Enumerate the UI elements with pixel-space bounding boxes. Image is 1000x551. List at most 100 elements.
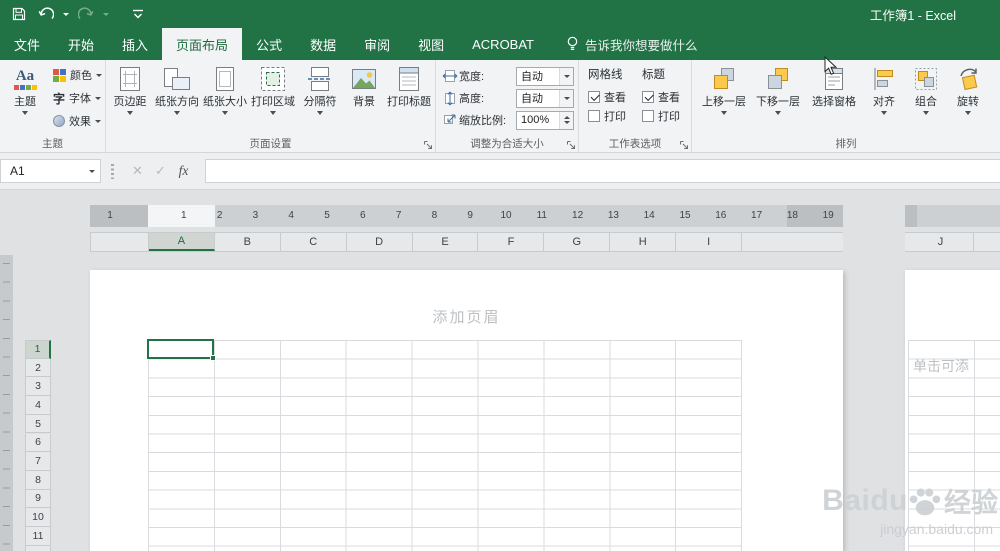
cancel-button[interactable]: ✕ — [126, 163, 149, 179]
column-header-margin — [91, 233, 149, 251]
bring-forward-icon — [711, 64, 737, 94]
undo-dropdown-button[interactable] — [60, 0, 72, 28]
column-header-J[interactable]: J — [908, 233, 974, 251]
margins-button[interactable]: 页边距 — [107, 61, 153, 136]
chevron-down-icon — [881, 111, 887, 116]
gridlines-print-option[interactable]: 打印 — [588, 106, 626, 125]
row-header-1[interactable]: 1 — [25, 340, 51, 359]
row-header-3[interactable]: 3 — [25, 377, 51, 397]
breaks-button[interactable]: 分隔符 — [297, 61, 343, 136]
width-row: 宽度: 自动 — [442, 66, 574, 86]
gridlines-print-checkbox[interactable] — [588, 109, 600, 122]
column-header-I[interactable]: I — [676, 233, 743, 251]
theme-effects-button[interactable]: 效果 — [50, 111, 105, 131]
tab-view[interactable]: 视图 — [404, 28, 458, 60]
row-header-5[interactable]: 5 — [25, 414, 51, 434]
customize-qat-icon — [133, 9, 143, 19]
name-box-dropdown[interactable] — [83, 169, 100, 173]
ruler-number: 18 — [786, 210, 798, 221]
watermark-url: jingyan.baidu.com — [880, 521, 993, 537]
headings-print-checkbox[interactable] — [642, 109, 654, 122]
ruler-number: 7 — [395, 210, 402, 221]
chevron-down-icon — [775, 111, 781, 116]
redo-button[interactable] — [72, 0, 100, 28]
cell-grid[interactable] — [148, 340, 742, 551]
breaks-icon — [307, 64, 333, 94]
bring-forward-button[interactable]: 上移一层 — [698, 61, 750, 136]
send-backward-button[interactable]: 下移一层 — [752, 61, 804, 136]
row-header-9[interactable]: 9 — [25, 489, 51, 509]
row-header-4[interactable]: 4 — [25, 396, 51, 415]
tab-file[interactable]: 文件 — [0, 28, 54, 60]
width-value: 自动 — [521, 71, 543, 83]
row-header-7[interactable]: 7 — [25, 452, 51, 471]
tab-home[interactable]: 开始 — [54, 28, 108, 60]
formula-input[interactable] — [205, 159, 1000, 183]
width-dropdown[interactable] — [559, 67, 573, 85]
group-label-scale-to-fit: 调整为合适大小 — [470, 138, 544, 150]
tab-formulas[interactable]: 公式 — [242, 28, 296, 60]
ruler-number: 6 — [360, 210, 366, 221]
fill-handle[interactable] — [210, 355, 216, 361]
scale-icon — [442, 113, 459, 127]
formula-bar-grip[interactable] — [111, 164, 114, 179]
row-header-8[interactable]: 8 — [25, 470, 51, 490]
column-header-D[interactable]: D — [347, 233, 413, 251]
column-header-E[interactable]: E — [413, 233, 479, 251]
scale-spin-buttons[interactable] — [559, 111, 573, 129]
height-dropdown[interactable] — [559, 89, 573, 107]
column-header-C[interactable]: C — [281, 233, 347, 251]
print-area-button[interactable]: 打印区域 — [249, 61, 297, 136]
column-header-F[interactable]: F — [479, 233, 545, 251]
orientation-button[interactable]: 纸张方向 — [153, 61, 201, 136]
chevron-down-icon — [222, 111, 228, 116]
tab-review[interactable]: 审阅 — [350, 28, 404, 60]
tell-me[interactable]: 告诉我你想要做什么 — [556, 28, 708, 60]
row-header-2[interactable]: 2 — [25, 358, 51, 378]
ribbon-group-scale-to-fit: 宽度: 自动 高度: 自动 缩放比例: 100% 调整为合适大小 — [436, 60, 579, 152]
page2-add-data-placeholder[interactable]: 单击可添 — [913, 356, 969, 376]
column-header-A[interactable]: A — [149, 233, 215, 251]
print-titles-button[interactable]: 打印标题 — [385, 61, 433, 136]
scale-spinner[interactable]: 100% — [516, 110, 574, 130]
enter-button[interactable]: ✓ — [149, 163, 172, 179]
group-button[interactable]: 组合 — [906, 61, 946, 136]
undo-button[interactable] — [32, 0, 60, 28]
theme-effects-icon — [53, 115, 65, 127]
tab-insert[interactable]: 插入 — [108, 28, 162, 60]
width-combobox[interactable]: 自动 — [516, 66, 574, 86]
customize-qat-button[interactable] — [126, 0, 150, 28]
gridlines-view-option[interactable]: 查看 — [588, 87, 626, 106]
chevron-down-icon — [317, 111, 323, 116]
row-header-6[interactable]: 6 — [25, 433, 51, 453]
tab-page-layout[interactable]: 页面布局 — [162, 28, 243, 60]
insert-function-button[interactable]: fx — [172, 163, 195, 179]
height-combobox[interactable]: 自动 — [516, 88, 574, 108]
align-button[interactable]: 对齐 — [864, 61, 904, 136]
row-header-10[interactable]: 10 — [25, 508, 51, 527]
column-header-B[interactable]: B — [215, 233, 281, 251]
gridlines-view-checkbox[interactable] — [588, 90, 600, 103]
tab-data[interactable]: 数据 — [296, 28, 350, 60]
tab-acrobat[interactable]: ACROBAT — [458, 28, 548, 60]
add-header-placeholder[interactable]: 添加页眉 — [90, 306, 843, 327]
themes-button[interactable]: Aa 主题 — [3, 61, 47, 116]
headings-view-option[interactable]: 查看 — [642, 87, 680, 106]
rotate-button[interactable]: 旋转 — [948, 61, 988, 136]
column-header-G[interactable]: G — [544, 233, 611, 251]
redo-dropdown-button[interactable] — [100, 0, 112, 28]
headings-view-checkbox[interactable] — [642, 90, 654, 103]
quick-access-toolbar — [0, 0, 150, 28]
orientation-icon — [163, 64, 191, 94]
name-box[interactable]: A1 — [0, 159, 101, 183]
column-header-H[interactable]: H — [610, 233, 677, 251]
size-button[interactable]: 纸张大小 — [201, 61, 249, 136]
row-header-12[interactable]: 12 — [25, 545, 51, 551]
row-header-11[interactable]: 11 — [25, 527, 51, 546]
background-button[interactable]: 背景 — [343, 61, 385, 136]
save-button[interactable] — [6, 0, 32, 28]
theme-fonts-button[interactable]: 字 字体 — [50, 88, 105, 108]
headings-print-option[interactable]: 打印 — [642, 106, 680, 125]
theme-colors-button[interactable]: 颜色 — [50, 65, 105, 85]
group-label-sheet-options: 工作表选项 — [608, 138, 662, 150]
